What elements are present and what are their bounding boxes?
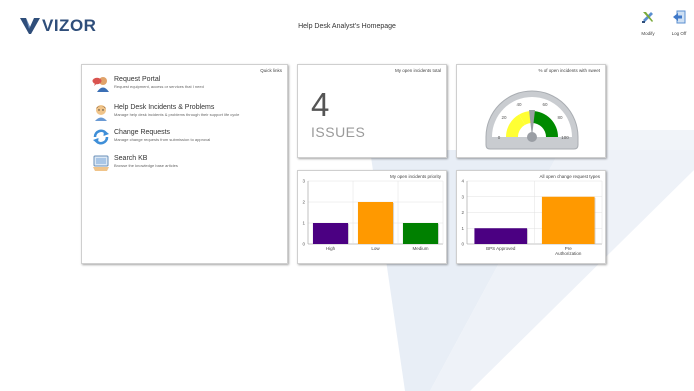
sla-gauge-tile[interactable]: % of open incidents with sweet 0 20 40 6… [456,64,606,158]
log-off-button[interactable]: Log Off [668,10,690,36]
bar-high[interactable] [312,223,349,244]
quick-link-search-kb[interactable]: Search KB Browse the knowledge base arti… [92,154,178,172]
gauge-tick-label: 100 [561,135,569,140]
sla-gauge-title: % of open incidents with sweet [538,68,600,73]
modify-button[interactable]: Modify [637,10,659,36]
bar-bps-approved[interactable] [474,228,528,244]
quick-link-description: Manage help desk incidents & problems th… [114,112,240,117]
y-tick-label: 3 [461,194,464,199]
request-portal-icon [92,77,109,92]
x-tick-label: Low [371,246,380,251]
bar-low[interactable] [357,202,394,244]
quick-link-name: Change Requests [114,129,171,136]
incidents-priority-tile[interactable]: My open incidents priority 0 1 2 3 High Low Me… [297,170,447,264]
y-tick-label: 0 [461,242,464,247]
change-request-types-chart: 0 1 2 3 4 BPS Approved Pre Authorization [461,179,603,256]
quick-link-name: Search KB [114,155,148,162]
quick-link-description: Manage change requests from submission t… [114,137,211,142]
y-tick-label: 2 [461,210,464,215]
quick-link-request-portal[interactable]: Request Portal Request equipment, access… [92,75,204,93]
gauge-tick-label: 40 [516,102,522,107]
change-request-types-tile[interactable]: All open change request types 0 1 2 3 4 BPS A… [456,170,606,264]
log-off-label: Log Off [671,31,687,36]
sla-gauge: 0 20 40 60 80 100 [485,90,579,150]
open-incidents-count: 4 [311,86,330,123]
help-desk-agent-icon [95,105,107,121]
y-tick-label: 1 [302,221,305,226]
quick-link-help-desk[interactable]: Help Desk Incidents & Problems Manage he… [92,103,239,121]
search-kb-icon [93,155,109,171]
log-off-icon [673,10,686,24]
x-tick-label: Pre Authorization [555,246,582,256]
y-tick-label: 0 [302,242,305,247]
quick-link-change-requests[interactable]: Change Requests Manage change requests f… [92,128,210,146]
y-tick-label: 4 [461,179,464,184]
incidents-priority-chart: 0 1 2 3 High Low Medium [302,179,444,251]
quick-link-description: Browse the knowledge base articles [114,163,178,168]
gauge-tick-label: 20 [501,115,507,120]
bar-medium[interactable] [402,223,439,244]
quick-links-panel: Quick links Request Portal Request equip… [81,64,288,264]
quick-link-description: Request equipment, access or services th… [114,84,204,89]
gauge-tick-label: 80 [557,115,563,120]
page-title: Help Desk Analyst's Homepage [298,23,396,30]
header-bar: VIZOR Help Desk Analyst's Homepage Modif… [0,0,694,50]
x-tick-label: Medium [412,246,428,251]
quick-link-name: Request Portal [114,76,161,83]
open-incidents-total-title: My open incidents total [394,68,441,73]
quick-link-name: Help Desk Incidents & Problems [114,104,215,111]
y-tick-label: 1 [461,226,464,231]
x-tick-label: BPS Approved [486,246,516,251]
quick-links-title: Quick links [260,68,282,73]
open-incidents-unit-label: ISSUES [311,124,366,140]
x-tick-label: High [326,246,336,251]
open-incidents-total-tile[interactable]: My open incidents total 4 ISSUES [297,64,447,158]
bar-pre-authorization[interactable] [541,196,595,244]
modify-label: Modify [641,31,655,36]
y-tick-label: 2 [302,200,305,205]
modify-icon [642,12,653,23]
change-requests-icon [93,129,109,145]
gauge-tick-label: 60 [542,102,548,107]
y-tick-label: 3 [302,179,305,184]
